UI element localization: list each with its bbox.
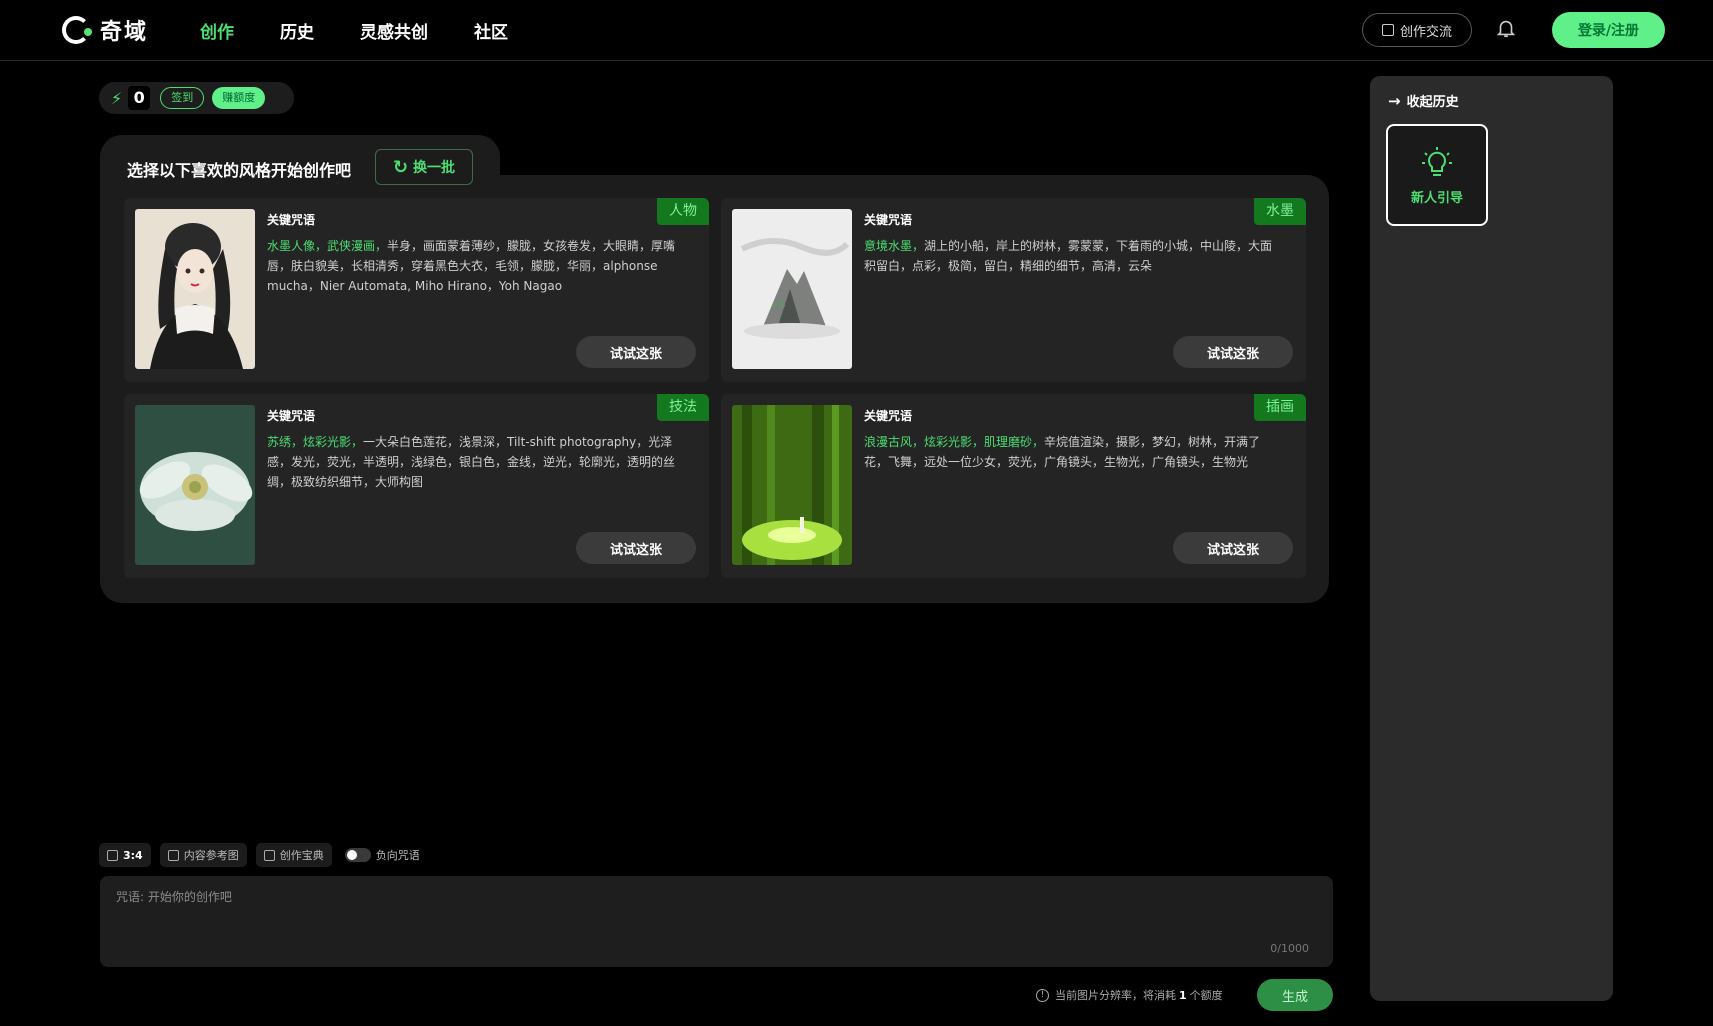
top-header: 奇域 创作 历史 灵感共创 社区 创作交流 登录/注册 bbox=[0, 0, 1713, 61]
try-this-button[interactable]: 试试这张 bbox=[1173, 532, 1293, 564]
bell-icon[interactable] bbox=[1495, 16, 1517, 40]
reference-image-button[interactable]: 内容参考图 bbox=[159, 843, 247, 867]
negative-prompt-label: 负向咒语 bbox=[375, 849, 420, 862]
try-this-button[interactable]: 试试这张 bbox=[1173, 336, 1293, 368]
card-image-forest bbox=[732, 405, 852, 565]
logo[interactable]: 奇域 bbox=[62, 14, 148, 46]
creation-guide-book-button[interactable]: 创作宝典 bbox=[255, 843, 332, 867]
card-label: 关键咒语 bbox=[267, 213, 316, 227]
try-this-button[interactable]: 试试这张 bbox=[576, 336, 696, 368]
credit-count: 0 bbox=[128, 86, 151, 110]
arrow-right-icon: → bbox=[1388, 91, 1401, 110]
card-prompt-highlight: 意境水墨， bbox=[864, 239, 925, 253]
generate-button[interactable]: 生成 bbox=[1257, 979, 1333, 1011]
nav-community[interactable]: 社区 bbox=[474, 18, 508, 43]
negative-prompt-toggle[interactable] bbox=[344, 848, 371, 862]
newbie-guide-label: 新人引导 bbox=[1410, 190, 1463, 206]
prompt-input[interactable] bbox=[116, 890, 1216, 904]
logo-icon bbox=[62, 16, 92, 44]
card-image-portrait bbox=[135, 209, 255, 369]
prompt-box: 0/1000 bbox=[100, 876, 1333, 967]
cost-amount: 1 bbox=[1179, 988, 1187, 1002]
book-icon bbox=[263, 849, 275, 861]
card-prompt-highlight: 苏绣，炫彩光影， bbox=[267, 435, 364, 449]
char-counter: 0/1000 bbox=[1270, 942, 1309, 955]
credits-bar: ⚡ 0 签到 赚额度 bbox=[99, 82, 294, 114]
ratio-icon bbox=[107, 849, 118, 861]
card-prompt-highlight: 浪漫古风，炫彩光影，肌理磨砂， bbox=[864, 435, 1045, 449]
card-prompt-highlight: 水墨人像，武侠漫画， bbox=[267, 239, 388, 253]
style-card-illustration: 关键咒语 浪漫古风，炫彩光影，肌理磨砂，辛烷值渲染，摄影，梦幻，树林，开满了花，… bbox=[721, 394, 1306, 578]
card-prompt-text: 意境水墨，湖上的小船，岸上的树林，雾蒙蒙，下着雨的小城，中山陵，大面积留白，点彩… bbox=[864, 236, 1279, 276]
nav-inspiration[interactable]: 灵感共创 bbox=[360, 18, 428, 43]
sign-in-button[interactable]: 签到 bbox=[160, 87, 205, 109]
card-label: 关键咒语 bbox=[864, 409, 913, 423]
panel-title: 选择以下喜欢的风格开始创作吧 bbox=[127, 161, 352, 180]
card-prompt-text: 水墨人像，武侠漫画，半身，画面蒙着薄纱，朦胧，女孩卷发，大眼睛，厚嘴唇，肤白貌美… bbox=[267, 236, 682, 296]
login-register-button[interactable]: 登录/注册 bbox=[1552, 12, 1665, 48]
card-tag: 技法 bbox=[657, 394, 709, 421]
nav-history[interactable]: 历史 bbox=[280, 18, 314, 43]
history-sidebar: → 收起历史 新人引导 bbox=[1370, 76, 1613, 1001]
nav-create[interactable]: 创作 bbox=[200, 18, 234, 43]
lightbulb-icon bbox=[1422, 146, 1452, 176]
refresh-icon: ↻ bbox=[392, 156, 409, 178]
collapse-history-label: 收起历史 bbox=[1406, 95, 1459, 110]
creation-exchange-label: 创作交流 bbox=[1399, 24, 1452, 40]
card-label: 关键咒语 bbox=[864, 213, 913, 227]
card-image-lotus bbox=[135, 405, 255, 565]
try-this-button[interactable]: 试试这张 bbox=[576, 532, 696, 564]
prompt-toolbar: 3:4 内容参考图 创作宝典 负向咒语 bbox=[99, 843, 420, 867]
creation-guide-book-label: 创作宝典 bbox=[279, 849, 324, 862]
style-card-portrait: 关键咒语 水墨人像，武侠漫画，半身，画面蒙着薄纱，朦胧，女孩卷发，大眼睛，厚嘴唇… bbox=[124, 198, 709, 382]
refresh-label: 换一批 bbox=[413, 160, 456, 176]
card-prompt-text: 苏绣，炫彩光影，一大朵白色莲花，浅景深，Tilt-shift photograp… bbox=[267, 432, 682, 492]
lightning-icon: ⚡ bbox=[111, 88, 123, 108]
style-card-technique: 关键咒语 苏绣，炫彩光影，一大朵白色莲花，浅景深，Tilt-shift phot… bbox=[124, 394, 709, 578]
collapse-history-button[interactable]: → 收起历史 bbox=[1388, 91, 1459, 111]
card-tag: 插画 bbox=[1254, 394, 1306, 421]
style-card-ink: 关键咒语 意境水墨，湖上的小船，岸上的树林，雾蒙蒙，下着雨的小城，中山陵，大面积… bbox=[721, 198, 1306, 382]
aspect-ratio-button[interactable]: 3:4 bbox=[99, 843, 151, 867]
newbie-guide-card[interactable]: 新人引导 bbox=[1386, 124, 1488, 226]
scan-icon bbox=[1381, 24, 1394, 36]
card-label: 关键咒语 bbox=[267, 409, 316, 423]
negative-prompt-toggle-wrap: 负向咒语 bbox=[344, 847, 420, 863]
aspect-ratio-label: 3:4 bbox=[123, 848, 143, 862]
logo-text: 奇域 bbox=[100, 20, 149, 45]
card-tag: 人物 bbox=[657, 198, 709, 225]
refresh-batch-button[interactable]: ↻ 换一批 bbox=[375, 149, 473, 185]
card-prompt-text: 浪漫古风，炫彩光影，肌理磨砂，辛烷值渲染，摄影，梦幻，树林，开满了花，飞舞，远处… bbox=[864, 432, 1279, 472]
add-image-icon bbox=[167, 849, 179, 861]
reference-image-label: 内容参考图 bbox=[183, 849, 239, 862]
card-tag: 水墨 bbox=[1254, 198, 1306, 225]
main-nav: 创作 历史 灵感共创 社区 bbox=[200, 18, 554, 43]
card-prompt-body: 湖上的小船，岸上的树林，雾蒙蒙，下着雨的小城，中山陵，大面积留白，点彩，极简，留… bbox=[864, 239, 1273, 273]
earn-credits-button[interactable]: 赚额度 bbox=[212, 87, 266, 109]
cost-notice: ! 当前图片分辨率，将消耗 1 个额度 bbox=[1036, 987, 1223, 1003]
cost-prefix: 当前图片分辨率，将消耗 bbox=[1055, 989, 1176, 1002]
creation-exchange-button[interactable]: 创作交流 bbox=[1362, 13, 1472, 47]
card-image-ink bbox=[732, 209, 852, 369]
cost-suffix: 个额度 bbox=[1189, 989, 1223, 1002]
info-icon: ! bbox=[1036, 988, 1049, 1002]
